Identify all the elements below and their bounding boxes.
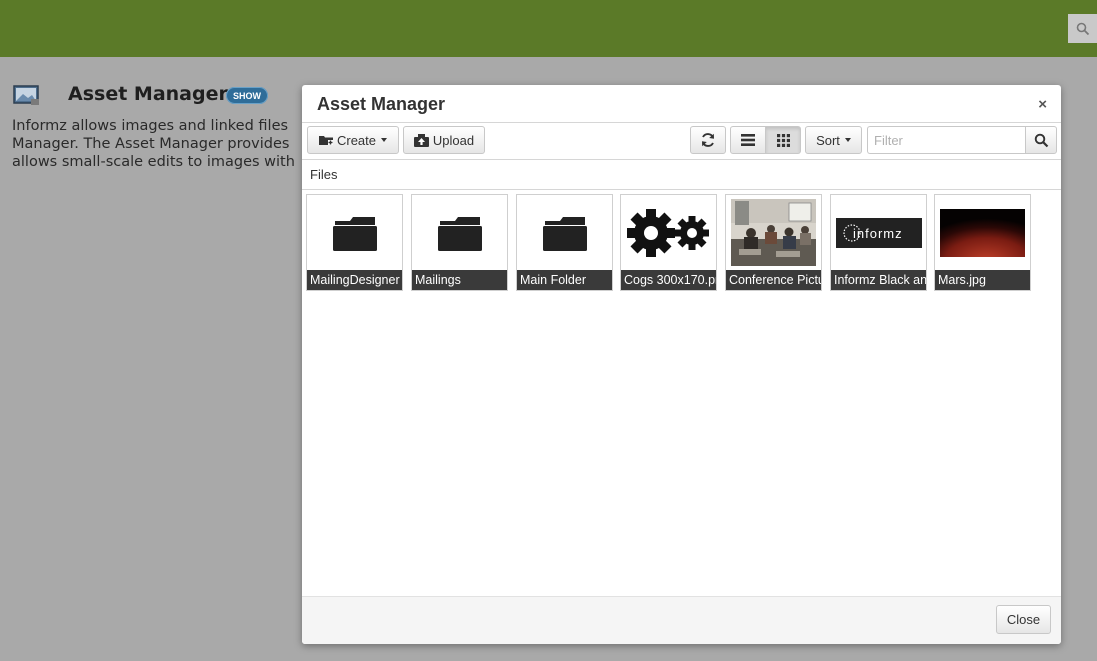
refresh-icon [702, 133, 714, 147]
page-description: Informz allows images and linked files M… [12, 117, 302, 171]
file-name: MailingDesigner [307, 270, 402, 290]
file-name: Mailings [412, 270, 507, 290]
file-name: Main Folder [517, 270, 612, 290]
file-tile[interactable]: Mars.jpg [934, 194, 1031, 291]
grid-view-button[interactable] [765, 126, 801, 154]
breadcrumb-divider [302, 189, 1061, 190]
sort-button[interactable]: Sort [805, 126, 862, 154]
caret-down-icon [381, 138, 388, 142]
file-name: Cogs 300x170.png [621, 270, 716, 290]
folder-plus-icon [318, 136, 333, 145]
modal-footer [302, 596, 1061, 644]
file-name: Conference Picture [726, 270, 821, 290]
file-tile[interactable]: informz Informz Black and White [830, 194, 927, 291]
header-divider [302, 122, 1061, 123]
file-name: Informz Black and White [831, 270, 926, 290]
create-button[interactable]: Create [307, 126, 399, 154]
toolbar-divider [302, 159, 1061, 160]
page-title: Asset Manager [68, 83, 228, 105]
list-view-button[interactable] [730, 126, 766, 154]
top-bar [0, 0, 1097, 57]
search-icon [1034, 133, 1048, 147]
folder-icon [332, 216, 377, 251]
show-badge[interactable]: SHOW [226, 87, 268, 104]
folder-icon [542, 216, 587, 251]
file-tile[interactable]: Cogs 300x170.png [620, 194, 717, 291]
description-line: Informz allows images and linked files [12, 118, 289, 134]
filter-input[interactable] [867, 126, 1026, 154]
informz-logo-image: informz [835, 217, 922, 248]
cogs-image [626, 208, 709, 257]
search-icon [1076, 22, 1089, 35]
create-label: Create [336, 132, 377, 148]
caret-down-icon [844, 138, 851, 142]
sort-label: Sort [816, 132, 840, 148]
modal-close-icon[interactable]: × [1038, 96, 1047, 113]
file-tile[interactable]: MailingDesigner [306, 194, 403, 291]
description-line: allows small-scale edits to images with [12, 154, 295, 170]
conference-photo [731, 199, 816, 266]
breadcrumb[interactable]: Files [310, 167, 337, 182]
upload-label: Upload [432, 132, 475, 148]
asset-manager-modal: Asset Manager × Create Upload Sort Filte… [302, 85, 1061, 644]
file-tile[interactable]: Mailings [411, 194, 508, 291]
svg-text:informz: informz [853, 226, 903, 241]
file-name: Mars.jpg [935, 270, 1030, 290]
upload-icon [413, 133, 429, 147]
top-search-button[interactable] [1068, 14, 1097, 43]
modal-title: Asset Manager [317, 94, 446, 114]
grid-view-icon [776, 133, 790, 147]
file-tile[interactable]: Main Folder [516, 194, 613, 291]
close-button[interactable]: Close [996, 605, 1051, 634]
mars-image [940, 208, 1025, 257]
upload-button[interactable]: Upload [403, 126, 485, 154]
folder-icon [437, 216, 482, 251]
file-tile[interactable]: Conference Picture [725, 194, 822, 291]
image-icon [13, 85, 39, 105]
refresh-button[interactable] [690, 126, 726, 154]
list-view-icon [741, 134, 755, 146]
description-line: Manager. The Asset Manager provides [12, 136, 290, 152]
filter-search-button[interactable] [1025, 126, 1057, 154]
